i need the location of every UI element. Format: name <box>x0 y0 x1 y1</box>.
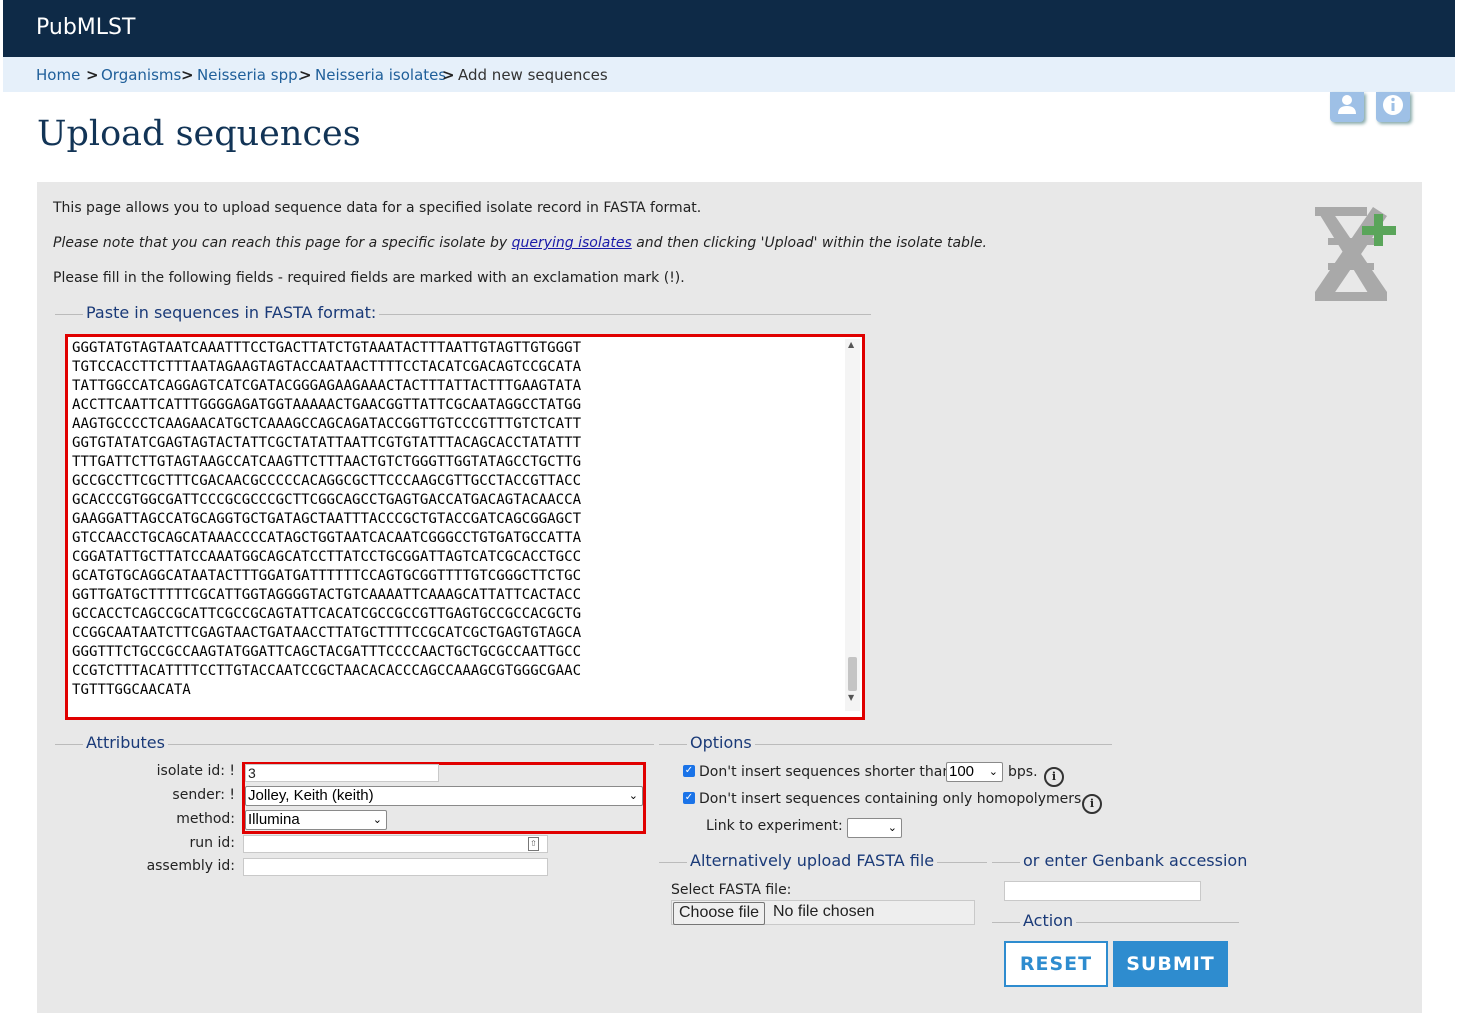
querying-isolates-link[interactable]: querying isolates <box>512 235 632 251</box>
add-sequence-dna-icon <box>1315 207 1396 301</box>
assembly-id-label: assembly id: <box>146 858 235 874</box>
info-icon[interactable]: i <box>1082 794 1102 814</box>
info-button[interactable] <box>1376 92 1410 122</box>
sender-select[interactable]: Jolley, Keith (keith) ⌄ <box>245 786 643 806</box>
brand-logo-text[interactable]: PubMLST <box>36 15 135 40</box>
action-legend: Action <box>1020 911 1077 930</box>
breadcrumb-current: Add new sequences <box>458 66 608 84</box>
experiment-select[interactable]: ⌄ <box>847 818 902 838</box>
options-legend: Options <box>687 733 755 752</box>
intro-note: Please note that you can reach this page… <box>53 235 987 251</box>
chevron-down-icon: ⌄ <box>628 790 638 802</box>
min-length-select[interactable]: 100 ⌄ <box>946 762 1003 782</box>
scroll-down-arrow-icon[interactable]: ▼ <box>848 693 854 702</box>
breadcrumb-neisseria-spp[interactable]: Neisseria spp. <box>197 66 302 84</box>
user-icon <box>1338 95 1356 114</box>
method-label: method: <box>176 811 235 827</box>
chevron-down-icon: ⌄ <box>988 766 998 778</box>
chevron-down-icon: ⌄ <box>372 814 382 826</box>
sender-label: sender: ! <box>172 787 235 803</box>
breadcrumb-organisms[interactable]: Organisms <box>101 66 181 84</box>
submit-button[interactable]: SUBMIT <box>1113 941 1228 987</box>
info-icon <box>1383 95 1403 115</box>
experiment-label: Link to experiment: <box>706 818 843 834</box>
isolate-id-label: isolate id: ! <box>156 763 235 779</box>
reset-button[interactable]: RESET <box>1004 941 1108 987</box>
fasta-scrollbar[interactable]: ▲ ▼ <box>845 339 860 711</box>
homopolymer-checkbox[interactable]: ✓ <box>683 792 695 804</box>
user-button[interactable] <box>1330 92 1364 122</box>
scroll-up-arrow-icon[interactable]: ▲ <box>848 340 854 349</box>
chevron-down-icon: ⌄ <box>887 822 897 834</box>
run-id-label: run id: <box>189 835 235 851</box>
min-length-unit: bps. <box>1008 764 1038 780</box>
fasta-textarea[interactable]: GGGTATGTAGTAATCAAATTTCCTGACTTATCTGTAAATA… <box>65 334 865 720</box>
assembly-id-input[interactable] <box>243 858 548 876</box>
min-length-checkbox[interactable]: ✓ <box>683 765 695 777</box>
fasta-sequence-text[interactable]: GGGTATGTAGTAATCAAATTTCCTGACTTATCTGTAAATA… <box>72 339 844 709</box>
intro-text: This page allows you to upload sequence … <box>53 200 702 216</box>
breadcrumb-neisseria-isolates[interactable]: Neisseria isolates <box>315 66 446 84</box>
upload-file-legend: Alternatively upload FASTA file <box>687 851 938 870</box>
breadcrumb-separator: > <box>181 66 194 84</box>
required-fields-note: Please fill in the following fields - re… <box>53 270 685 286</box>
run-id-input[interactable]: ⇧ <box>243 835 548 853</box>
breadcrumb: Home > Organisms > Neisseria spp. > Neis… <box>3 57 1455 92</box>
fasta-legend: Paste in sequences in FASTA format: <box>83 303 380 322</box>
select-fasta-label: Select FASTA file: <box>671 882 792 898</box>
choose-file-button[interactable]: Choose file <box>673 902 766 925</box>
genbank-legend: or enter Genbank accession <box>1020 851 1251 870</box>
fasta-file-input[interactable]: Choose file No file chosen <box>671 900 975 925</box>
attributes-legend: Attributes <box>83 733 168 752</box>
breadcrumb-separator: > <box>442 66 455 84</box>
min-length-label: Don't insert sequences shorter than <box>699 764 952 780</box>
breadcrumb-separator: > <box>299 66 312 84</box>
genbank-accession-input[interactable] <box>1004 881 1201 901</box>
breadcrumb-separator: > <box>86 66 99 84</box>
homopolymer-label: Don't insert sequences containing only h… <box>699 791 1086 807</box>
autofill-icon[interactable]: ⇧ <box>528 837 539 851</box>
upload-panel: This page allows you to upload sequence … <box>37 182 1422 1013</box>
isolate-id-input[interactable]: 3 <box>245 764 439 782</box>
scrollbar-thumb[interactable] <box>848 657 857 691</box>
info-icon[interactable]: i <box>1044 767 1064 787</box>
top-header-bar: PubMLST <box>3 0 1455 57</box>
file-status: No file chosen <box>773 903 875 920</box>
breadcrumb-home[interactable]: Home <box>36 66 80 84</box>
page-title: Upload sequences <box>37 114 361 154</box>
method-select[interactable]: Illumina ⌄ <box>245 810 387 830</box>
